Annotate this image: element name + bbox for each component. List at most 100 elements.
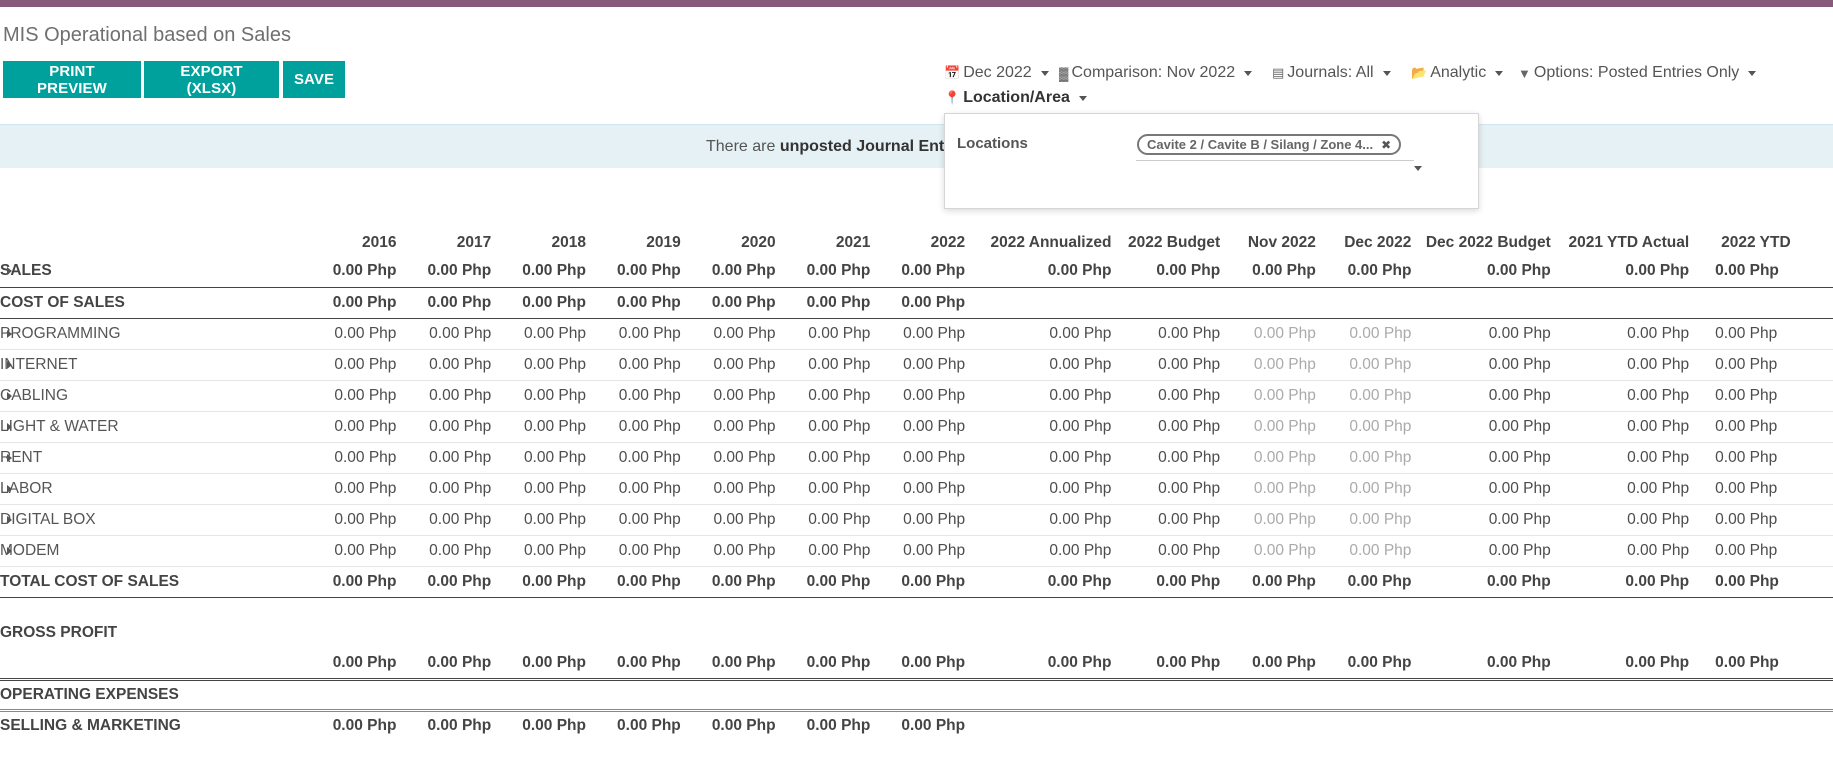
analytic-filter[interactable]: 📂 Analytic (1411, 64, 1504, 82)
folder-icon: 📂 (1411, 65, 1428, 80)
row-label-digital-box[interactable]: DIGITAL BOX (0, 504, 314, 536)
value-cell-2018: 0.00 Php (503, 442, 598, 474)
value-cell-dec-2022: 0.00 Php (1327, 473, 1424, 505)
value-cell-2019: 0.00 Php (598, 380, 693, 412)
journals-filter[interactable]: ▤ Journals: All (1272, 64, 1391, 82)
value-cell-2016: 0.00 Php (313, 648, 409, 681)
value-cell-2019: 0.00 Php (598, 504, 693, 536)
comparison-filter-label: Comparison: Nov 2022 (1071, 64, 1236, 81)
value-cell-2019: 0.00 Php (598, 648, 693, 681)
row-label-labor[interactable]: LABOR (0, 473, 314, 505)
row-label-programming[interactable]: PROGRAMMING (0, 317, 314, 350)
value-cell-2021-ytd-actual: 0.00 Php (1562, 380, 1702, 412)
analytic-filter-label: Analytic (1430, 64, 1487, 81)
date-filter[interactable]: 📅 Dec 2022 (944, 64, 1049, 82)
export-xlsx-button[interactable]: EXPORT (XLSX) (144, 61, 279, 98)
row-label-modem[interactable]: MODEM (0, 535, 314, 567)
row-label-light-water[interactable]: LIGHT & WATER (0, 411, 314, 443)
empty-cell (977, 710, 1123, 741)
save-button[interactable]: SAVE (283, 61, 345, 98)
locations-input[interactable] (1136, 160, 1414, 161)
location-tag[interactable]: Cavite 2 / Cavite B / Silang / Zone 4...… (1137, 134, 1402, 155)
value-cell-2022-annualized: 0.00 Php (977, 317, 1124, 350)
value-cell-dec-2022-budget: 0.00 Php (1423, 411, 1563, 443)
value-cell-2017: 0.00 Php (408, 648, 504, 681)
table-row[interactable]: CABLING 0.00 Php 0.00 Php 0.00 Php 0.00 Php… (0, 380, 1833, 412)
header-2019: 2019 (646, 234, 681, 251)
value-cell-2022: 0.00 Php (882, 535, 978, 567)
value-cell-2022-ytd-clipped: 0.00 Php (1701, 535, 1833, 567)
value-cell-2021: 0.00 Php (787, 380, 883, 412)
location-filter[interactable]: 📍 Location/Area (944, 89, 1087, 107)
table-header-row: 2016 2017 2018 2019 2020 2021 2022 2022 … (0, 228, 1833, 256)
value-cell-nov-2022: 0.00 Php (1232, 349, 1328, 381)
locations-label: Locations (957, 135, 1028, 152)
empty-cell (1563, 617, 1701, 648)
options-filter[interactable]: ▼ Options: Posted Entries Only (1518, 64, 1757, 82)
empty-cell (1701, 679, 1833, 710)
locations-dropdown-caret-icon[interactable] (1414, 166, 1422, 171)
value-cell-2022: 0.00 Php (882, 442, 978, 474)
header-nov-2022: Nov 2022 (1247, 234, 1316, 251)
table-row[interactable]: LIGHT & WATER 0.00 Php 0.00 Php 0.00 Php 0.… (0, 411, 1833, 443)
comparison-filter[interactable]: ▓ Comparison: Nov 2022 (1059, 64, 1253, 82)
value-cell-2020: 0.00 Php (711, 262, 776, 280)
value-cell-2022-annualized: 0.00 Php (977, 411, 1124, 443)
value-cell-2022-budget: 0.00 Php (1123, 535, 1233, 567)
empty-cell (1701, 710, 1833, 741)
empty-cell (1563, 710, 1701, 741)
value-cell-2016: 0.00 Php (313, 535, 409, 567)
value-cell-2019: 0.00 Php (617, 262, 681, 280)
notice-bold-text[interactable]: unposted Journal Entrie (780, 138, 964, 155)
page-title: MIS Operational based on Sales (3, 24, 291, 46)
value-cell-2022-budget: 0.00 Php (1123, 504, 1233, 536)
empty-cell (788, 617, 883, 648)
row-label-rent[interactable]: RENT (0, 442, 314, 474)
print-preview-button[interactable]: PRINT PREVIEW (3, 61, 141, 98)
empty-cell (1328, 679, 1424, 710)
value-cell-2018: 0.00 Php (503, 286, 598, 318)
value-cell-2017: 0.00 Php (408, 504, 504, 536)
row-label-cabling[interactable]: CABLING (0, 380, 314, 412)
table-row[interactable]: DIGITAL BOX 0.00 Php 0.00 Php 0.00 Php 0.00… (0, 504, 1833, 536)
value-cell-2021-ytd-actual: 0.00 Php (1562, 411, 1702, 443)
value-cell-dec-2022-budget: 0.00 Php (1423, 504, 1563, 536)
empty-cell (314, 679, 409, 710)
notice-prefix: There are (706, 138, 780, 155)
table-row[interactable]: SALES 0.00 Php 0.00 Php 0.00 Php 0.00 Php 0.… (0, 256, 1833, 287)
header-label-cell (0, 228, 314, 256)
remove-tag-icon[interactable]: ✖ (1381, 138, 1391, 152)
empty-cell (598, 617, 693, 648)
value-cell-dec-2022-budget: 0.00 Php (1423, 442, 1563, 474)
value-cell-2022: 0.00 Php (882, 411, 978, 443)
value-cell-2019: 0.00 Php (617, 572, 681, 590)
value-cell-2018: 0.00 Php (503, 380, 598, 412)
row-label-sales[interactable]: SALES (0, 256, 314, 287)
value-cell-2022-ytd-clipped: 0.00 Php (1701, 349, 1833, 381)
header-2017: 2017 (456, 234, 492, 251)
value-cell-2018: 0.00 Php (503, 317, 598, 350)
table-row: GROSS PROFIT (0, 617, 1833, 648)
value-cell-2020: 0.00 Php (692, 411, 788, 443)
table-row[interactable]: MODEM 0.00 Php 0.00 Php 0.00 Php 0.00 Php 0.… (0, 535, 1833, 567)
table-row[interactable]: LABOR 0.00 Php 0.00 Php 0.00 Php 0.00 Php 0.… (0, 473, 1833, 505)
empty-cell (1232, 286, 1328, 318)
row-label-internet[interactable]: INTERNET (0, 349, 314, 381)
table-row[interactable]: RENT 0.00 Php 0.00 Php 0.00 Php 0.00 Php 0.0… (0, 442, 1833, 474)
row-label-cost-of-sales: COST OF SALES (0, 286, 314, 318)
value-cell-2022-budget: 0.00 Php (1123, 442, 1233, 474)
value-cell-2022-ytd-clipped: 0.00 Php (1701, 473, 1833, 505)
value-cell-2018: 0.00 Php (503, 473, 598, 505)
value-cell-2022-budget: 0.00 Php (1123, 349, 1233, 381)
value-cell-2022: 0.00 Php (882, 473, 978, 505)
empty-cell (408, 679, 503, 710)
table-row[interactable]: INTERNET 0.00 Php 0.00 Php 0.00 Php 0.00 Ph… (0, 349, 1833, 381)
empty-cell (1562, 286, 1702, 318)
table-row[interactable]: PROGRAMMING 0.00 Php 0.00 Php 0.00 Php 0.00… (0, 317, 1833, 350)
value-cell-2022-budget: 0.00 Php (1123, 411, 1233, 443)
value-cell-2018: 0.00 Php (503, 504, 598, 536)
empty-cell (977, 679, 1123, 710)
value-cell-2021-ytd-actual: 0.00 Php (1562, 473, 1702, 505)
value-cell-2022: 0.00 Php (882, 504, 978, 536)
value-cell-2022-ytd-clipped: 0.00 Php (1701, 411, 1833, 443)
